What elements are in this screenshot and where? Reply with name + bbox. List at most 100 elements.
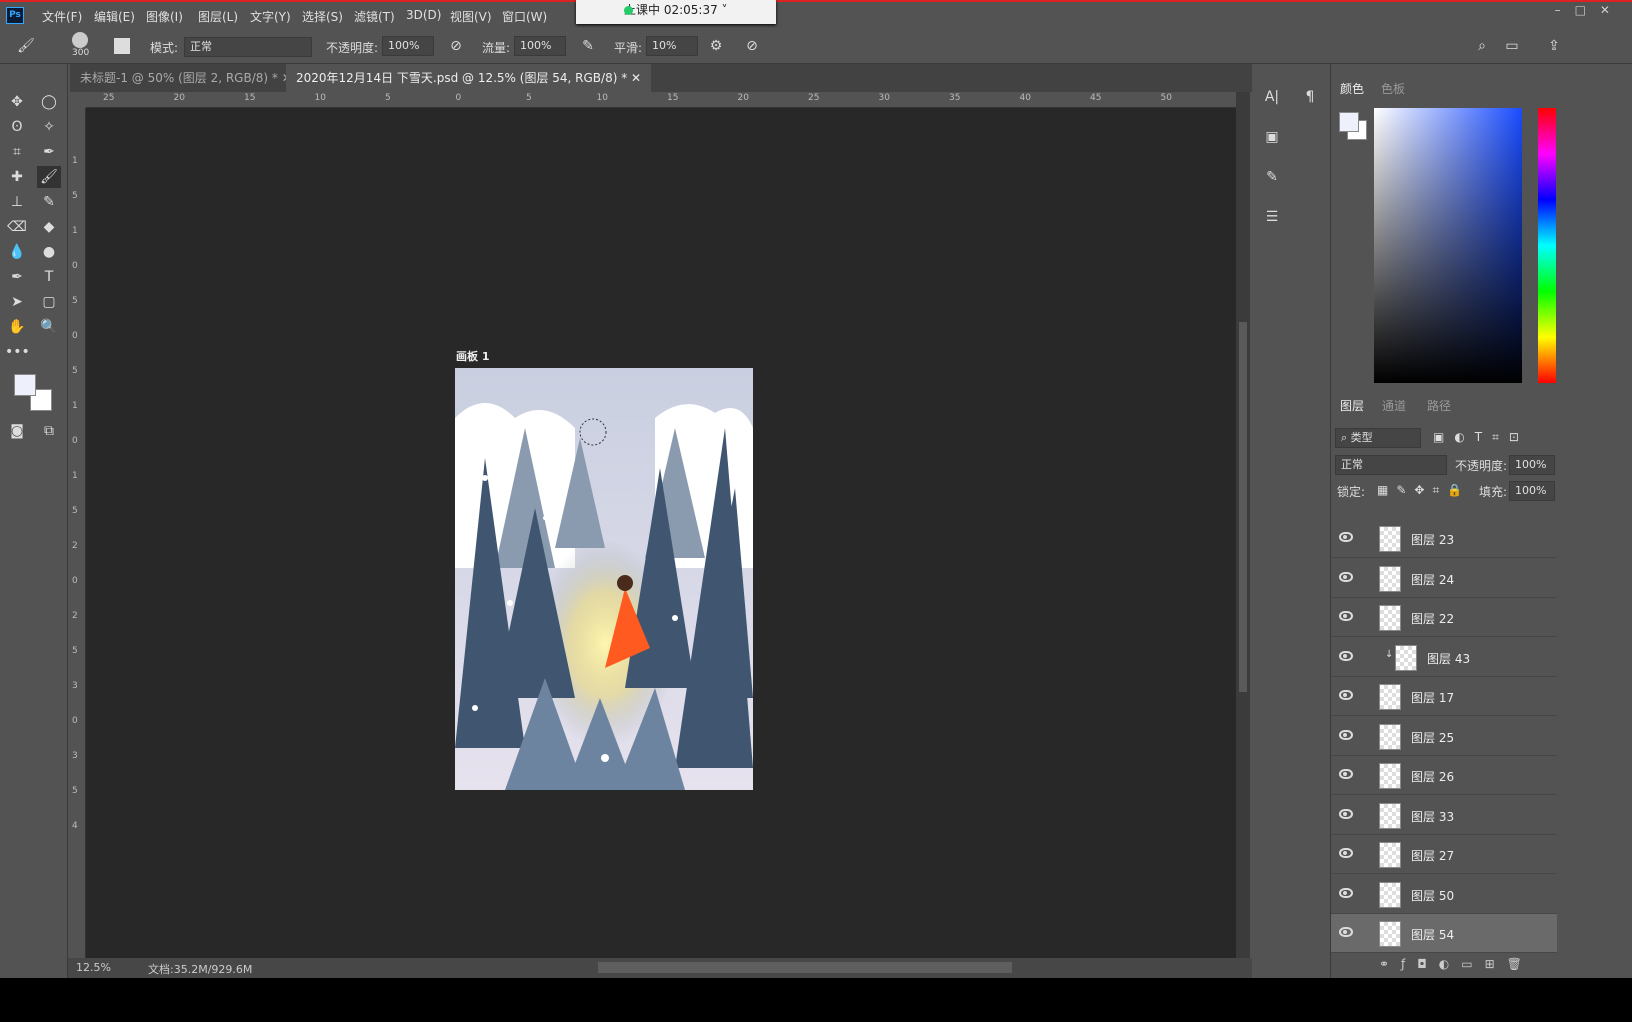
fill-input[interactable]: 100% xyxy=(1509,481,1555,501)
layer-name[interactable]: 图层 23 xyxy=(1411,531,1454,548)
eye-icon[interactable] xyxy=(1339,571,1353,582)
layer-thumbnail[interactable] xyxy=(1379,842,1401,868)
layer-name[interactable]: 图层 22 xyxy=(1411,610,1454,627)
hand-tool-icon[interactable]: ✋ xyxy=(5,316,29,338)
foreground-color-chip[interactable] xyxy=(14,374,36,396)
eye-icon[interactable] xyxy=(1339,808,1353,819)
eye-icon[interactable] xyxy=(1339,690,1353,700)
layer-row[interactable]: 图层 24 xyxy=(1331,558,1557,598)
brush-settings-icon[interactable] xyxy=(114,38,130,54)
menu-9[interactable]: 窗口(W) xyxy=(502,8,547,25)
layer-row[interactable]: 图层 50 xyxy=(1331,874,1557,914)
eye-icon[interactable] xyxy=(1339,650,1353,661)
close-icon[interactable]: ✕ xyxy=(631,71,641,85)
layer-name[interactable]: 图层 54 xyxy=(1411,926,1454,943)
foreground-color-swatch[interactable] xyxy=(1339,112,1359,132)
search-icon[interactable]: ⌕ xyxy=(1470,35,1494,57)
menu-1[interactable]: 编辑(E) xyxy=(94,8,135,25)
vertical-scrollbar[interactable] xyxy=(1236,92,1250,958)
layer-thumbnail[interactable] xyxy=(1379,526,1401,552)
brush-tip-icon[interactable] xyxy=(72,32,88,48)
layer-filter-icons[interactable]: ▣◐T⌗⊡ xyxy=(1433,430,1529,445)
flow-input[interactable]: 100% xyxy=(514,36,566,56)
layer-name[interactable]: 图层 24 xyxy=(1411,571,1454,588)
layer-actions[interactable]: ⚭ƒ◘◐▭⊞🗑 xyxy=(1379,957,1534,971)
zoom-tool-icon[interactable]: 🔍 xyxy=(37,316,61,338)
share-icon[interactable]: ⇪ xyxy=(1542,35,1566,57)
path-select-tool-icon[interactable]: ➤ xyxy=(5,291,29,313)
brush-panel-icon[interactable]: ✎ xyxy=(1260,166,1284,188)
zoom-level[interactable]: 12.5% xyxy=(76,961,111,974)
blend-mode-select[interactable]: 正常 xyxy=(1335,455,1447,475)
gear-icon[interactable]: ⚙ xyxy=(704,35,728,57)
tab-paths[interactable]: 路径 xyxy=(1427,397,1451,414)
tab-swatches[interactable]: 色板 xyxy=(1381,80,1405,97)
paint-bucket-tool-icon[interactable]: ◆ xyxy=(37,216,61,238)
layer-row[interactable]: 图层 33 xyxy=(1331,795,1557,835)
menu-6[interactable]: 滤镜(T) xyxy=(354,8,395,25)
eraser-tool-icon[interactable]: ⌫ xyxy=(5,216,29,238)
menu-4[interactable]: 文字(Y) xyxy=(250,8,291,25)
eyedropper-tool-icon[interactable]: ✒ xyxy=(37,141,61,163)
layer-thumbnail[interactable] xyxy=(1379,565,1401,592)
dodge-tool-icon[interactable]: ● xyxy=(37,241,61,263)
eye-icon[interactable] xyxy=(1339,887,1353,898)
lock-icons[interactable]: ▦✎✥⌗🔒 xyxy=(1377,483,1470,498)
layer-name[interactable]: 图层 25 xyxy=(1411,729,1454,746)
tab-snow-day[interactable]: 2020年12月14日 下雪天.psd @ 12.5% (图层 54, RGB/… xyxy=(286,64,652,92)
hue-slider[interactable] xyxy=(1538,108,1556,383)
type-tool-icon[interactable]: T xyxy=(37,266,61,288)
lasso-tool-icon[interactable]: ʘ xyxy=(5,116,29,138)
pressure-opacity-icon[interactable]: ⊘ xyxy=(444,35,468,57)
menu-2[interactable]: 图像(I) xyxy=(146,8,183,25)
layer-name[interactable]: 图层 26 xyxy=(1411,768,1454,785)
layer-thumbnail[interactable] xyxy=(1379,881,1401,908)
layer-thumbnail[interactable] xyxy=(1395,644,1417,671)
color-field[interactable] xyxy=(1374,108,1522,383)
marquee-tool-icon[interactable]: ◯ xyxy=(37,91,61,113)
history-brush-tool-icon[interactable]: ✎ xyxy=(37,191,61,213)
airbrush-icon[interactable]: ✎ xyxy=(576,35,600,57)
layer-thumbnail[interactable] xyxy=(1379,802,1401,829)
mode-select[interactable]: 正常 xyxy=(184,37,312,57)
more-tools-icon[interactable]: ••• xyxy=(5,341,30,363)
smoothing-input[interactable]: 10% xyxy=(646,36,698,56)
menu-0[interactable]: 文件(F) xyxy=(42,8,82,25)
move-tool-icon[interactable]: ✥ xyxy=(5,91,29,113)
layer-name[interactable]: 图层 43 xyxy=(1427,650,1470,667)
layer-row[interactable]: 图层 26 xyxy=(1331,756,1557,795)
eye-icon[interactable] xyxy=(1339,848,1353,858)
stamp-tool-icon[interactable]: ⊥ xyxy=(5,191,29,213)
menu-7[interactable]: 3D(D) xyxy=(406,8,441,22)
layer-row[interactable]: 图层 22 xyxy=(1331,598,1557,637)
brush-tool-icon[interactable]: 🖌 xyxy=(37,166,61,188)
menu-3[interactable]: 图层(L) xyxy=(198,8,238,25)
layer-row[interactable]: 图层 54 xyxy=(1331,914,1557,953)
crop-tool-icon[interactable]: ⌗ xyxy=(5,141,29,163)
layer-row[interactable]: 图层 27 xyxy=(1331,835,1557,874)
layer-thumbnail[interactable] xyxy=(1379,921,1401,947)
layer-thumbnail[interactable] xyxy=(1379,605,1401,631)
eye-icon[interactable] xyxy=(1339,927,1353,937)
layer-row[interactable]: 图层 25 xyxy=(1331,716,1557,756)
adjustments-icon[interactable]: ☰ xyxy=(1260,206,1284,228)
screen-mode-icon[interactable]: ⧉ xyxy=(37,420,61,442)
workspace-icon[interactable]: ▭ xyxy=(1500,35,1524,57)
window-controls[interactable]: –□✕ xyxy=(1555,3,1624,17)
shape-tool-icon[interactable]: ▢ xyxy=(37,291,61,313)
blur-tool-icon[interactable]: 💧 xyxy=(5,241,29,263)
character-panel-icon[interactable]: A| xyxy=(1260,86,1284,108)
paragraph-panel-icon[interactable]: ¶ xyxy=(1298,86,1322,108)
healing-tool-icon[interactable]: ✚ xyxy=(5,166,29,188)
opacity-input[interactable]: 100% xyxy=(382,36,434,56)
layer-name[interactable]: 图层 33 xyxy=(1411,808,1454,825)
eye-icon[interactable] xyxy=(1339,769,1353,779)
eye-icon[interactable] xyxy=(1339,611,1353,621)
layer-thumbnail[interactable] xyxy=(1379,723,1401,750)
menu-5[interactable]: 选择(S) xyxy=(302,8,343,25)
layer-row[interactable]: 图层 23 xyxy=(1331,519,1557,558)
layer-thumbnail[interactable] xyxy=(1379,763,1401,789)
pen-tool-icon[interactable]: ✒ xyxy=(5,266,29,288)
layer-name[interactable]: 图层 27 xyxy=(1411,847,1454,864)
tab-color[interactable]: 颜色 xyxy=(1340,80,1364,97)
